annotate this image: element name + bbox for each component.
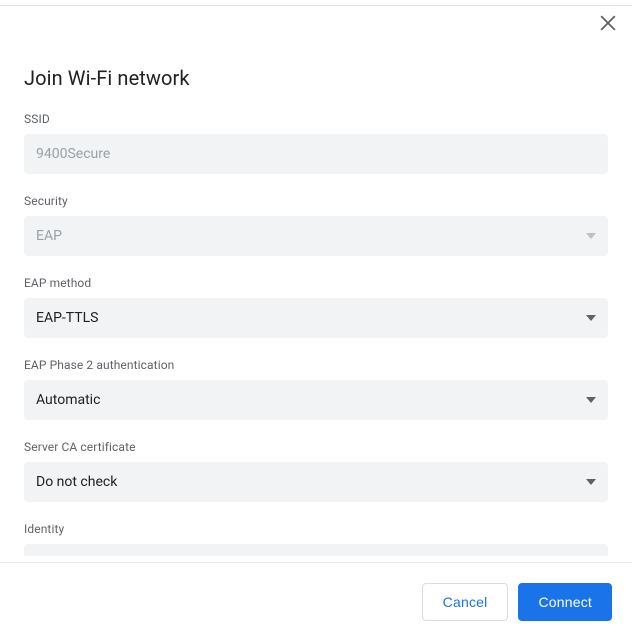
eap-phase2-select[interactable]: Automatic xyxy=(24,380,608,420)
ssid-input[interactable]: 9400Secure xyxy=(24,134,608,174)
ssid-value: 9400Secure xyxy=(36,146,110,162)
identity-label: Identity xyxy=(24,522,608,536)
dialog-title: Join Wi-Fi network xyxy=(24,66,608,90)
security-value: EAP xyxy=(36,228,62,244)
security-select[interactable]: EAP xyxy=(24,216,608,256)
server-ca-value: Do not check xyxy=(36,474,117,490)
connect-button[interactable]: Connect xyxy=(518,583,612,621)
eap-method-value: EAP-TTLS xyxy=(36,310,98,326)
chevron-down-icon xyxy=(586,315,596,321)
identity-input[interactable] xyxy=(24,544,608,556)
field-identity: Identity xyxy=(24,522,608,556)
server-ca-label: Server CA certificate xyxy=(24,440,608,454)
chevron-down-icon xyxy=(586,479,596,485)
security-label: Security xyxy=(24,194,608,208)
eap-phase2-label: EAP Phase 2 authentication xyxy=(24,358,608,372)
field-eap-phase2: EAP Phase 2 authentication Automatic xyxy=(24,358,608,420)
eap-method-label: EAP method xyxy=(24,276,608,290)
field-security: Security EAP xyxy=(24,194,608,256)
eap-phase2-value: Automatic xyxy=(36,392,100,408)
field-eap-method: EAP method EAP-TTLS xyxy=(24,276,608,338)
dialog-footer: Cancel Connect xyxy=(0,562,632,640)
field-server-ca: Server CA certificate Do not check xyxy=(24,440,608,502)
dialog-body: Join Wi-Fi network SSID 9400Secure Secur… xyxy=(0,6,632,562)
eap-method-select[interactable]: EAP-TTLS xyxy=(24,298,608,338)
field-ssid: SSID 9400Secure xyxy=(24,112,608,174)
ssid-label: SSID xyxy=(24,112,608,126)
cancel-button[interactable]: Cancel xyxy=(422,583,509,621)
chevron-down-icon xyxy=(586,397,596,403)
server-ca-select[interactable]: Do not check xyxy=(24,462,608,502)
chevron-down-icon xyxy=(586,233,596,239)
